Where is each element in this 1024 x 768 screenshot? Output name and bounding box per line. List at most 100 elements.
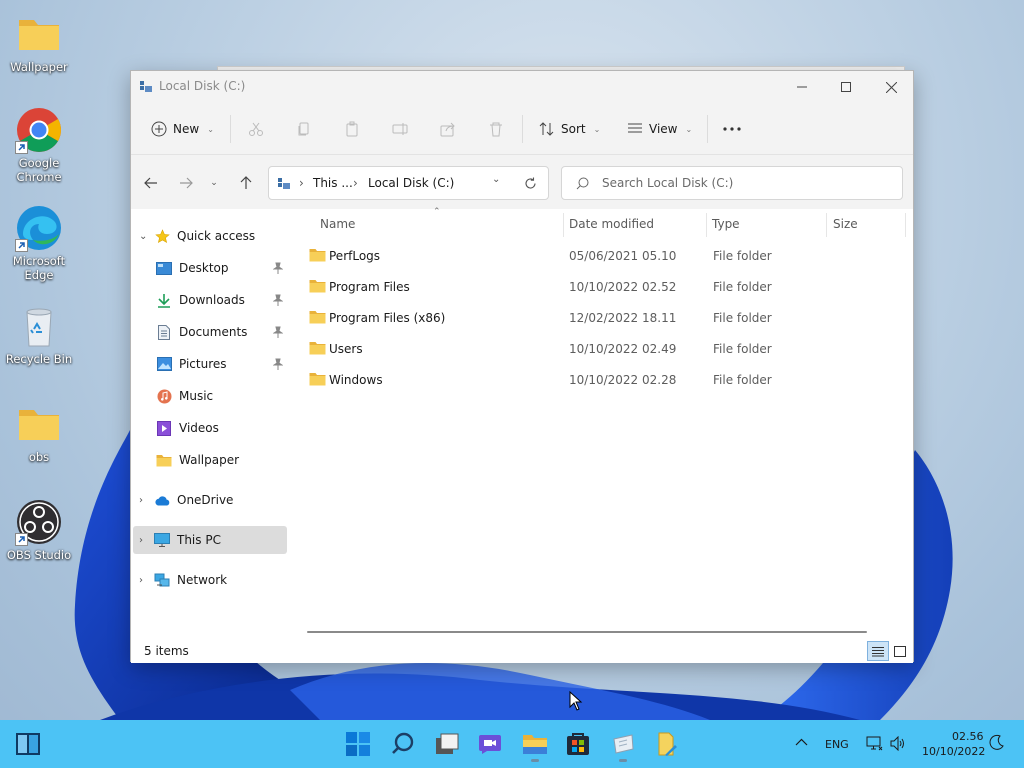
copy-button[interactable]	[296, 115, 312, 143]
minimize-button[interactable]	[779, 71, 825, 103]
column-header-date[interactable]: Date modified	[569, 209, 654, 239]
delete-button[interactable]	[488, 115, 504, 143]
refresh-icon[interactable]	[524, 177, 537, 190]
close-icon	[885, 81, 897, 93]
forward-button[interactable]	[174, 171, 198, 195]
sidebar-item-wallpaper[interactable]: Wallpaper	[133, 446, 287, 474]
paste-button[interactable]	[344, 115, 360, 143]
chevron-down-icon[interactable]: ⌄	[492, 174, 500, 185]
desktop-icon	[155, 260, 173, 276]
start-button[interactable]	[342, 728, 374, 760]
new-button[interactable]: New ⌄	[151, 115, 214, 143]
chevron-right-icon[interactable]: ›	[139, 535, 153, 546]
notepad-icon	[658, 732, 677, 756]
sidebar-item-label: Pictures	[179, 357, 227, 371]
chevron-right-icon[interactable]: ›	[139, 495, 153, 506]
up-button[interactable]	[234, 171, 258, 195]
desktop-icon-recycle-bin[interactable]: Recycle Bin	[4, 302, 74, 366]
shortcut-arrow-icon	[15, 239, 28, 252]
desktop-icon-label: Recycle Bin	[5, 352, 73, 366]
file-explorer-button[interactable]	[519, 728, 551, 762]
search-icon	[392, 732, 414, 754]
sort-button[interactable]: Sort ⌄	[539, 115, 600, 143]
show-hidden-icons-button[interactable]	[795, 738, 808, 746]
file-row[interactable]: Windows 10/10/2022 02.28 File folder	[299, 365, 903, 395]
search-button[interactable]	[387, 728, 419, 760]
volume-icon[interactable]	[890, 736, 907, 751]
clock-date[interactable]: 10/10/2022	[922, 745, 985, 758]
column-divider[interactable]	[563, 213, 564, 237]
column-divider[interactable]	[706, 213, 707, 237]
details-view-button[interactable]	[867, 641, 889, 661]
chat-button[interactable]	[474, 728, 506, 760]
desktop-icon-obs-studio[interactable]: OBS Studio	[4, 498, 74, 562]
more-options-button[interactable]	[723, 115, 741, 143]
large-icons-view-button[interactable]	[889, 641, 911, 661]
network-status-icon[interactable]	[866, 736, 883, 751]
recycle-bin-taskbar-button[interactable]	[607, 728, 639, 762]
copy-icon	[298, 122, 309, 136]
sidebar-item-this-pc[interactable]: › This PC	[133, 526, 287, 554]
sidebar-item-network[interactable]: › Network	[133, 566, 287, 594]
chevron-right-icon[interactable]: ›	[139, 575, 153, 586]
sidebar-item-music[interactable]: Music	[133, 382, 287, 410]
sidebar-item-videos[interactable]: Videos	[133, 414, 287, 442]
file-row[interactable]: Program Files (x86) 12/02/2022 18.11 Fil…	[299, 303, 903, 333]
drive-icon	[140, 81, 152, 92]
desktop-icon-wallpaper[interactable]: Wallpaper	[4, 10, 74, 74]
task-view-button[interactable]	[431, 728, 463, 760]
close-button[interactable]	[868, 71, 914, 103]
column-divider[interactable]	[905, 213, 906, 237]
search-box[interactable]: Search Local Disk (C:)	[561, 166, 903, 200]
column-header-name[interactable]: Name	[320, 209, 355, 239]
scrollbar-thumb[interactable]	[307, 631, 867, 633]
store-button[interactable]	[562, 728, 594, 760]
recent-locations-button[interactable]: ⌄	[205, 171, 223, 195]
maximize-button[interactable]	[823, 71, 869, 103]
chevron-down-icon[interactable]: ⌄	[139, 231, 153, 242]
recycle-bin-icon	[26, 308, 52, 347]
file-row[interactable]: Program Files 10/10/2022 02.52 File fold…	[299, 272, 903, 302]
music-icon	[155, 388, 173, 404]
column-divider[interactable]	[826, 213, 827, 237]
sidebar-item-quick-access[interactable]: ⌄ Quick access	[133, 222, 287, 250]
address-bar[interactable]: › This ... › Local Disk (C:) ⌄	[268, 166, 549, 200]
clock-time[interactable]: 02.56	[952, 730, 984, 743]
breadcrumb-local-disk[interactable]: Local Disk (C:)	[368, 176, 454, 190]
back-button[interactable]	[139, 171, 163, 195]
column-header-size[interactable]: Size	[833, 209, 858, 239]
trash-icon	[490, 122, 502, 137]
desktop-icon-obs-folder[interactable]: obs	[4, 400, 74, 464]
desktop-icon-chrome[interactable]: Google Chrome	[4, 106, 74, 184]
file-row[interactable]: Users 10/10/2022 02.49 File folder	[299, 334, 903, 364]
file-name: Windows	[329, 373, 383, 387]
file-type: File folder	[713, 280, 772, 294]
language-indicator[interactable]: ENG	[825, 738, 849, 751]
cut-button[interactable]	[248, 115, 264, 143]
file-name: Program Files (x86)	[329, 311, 446, 325]
sidebar-item-desktop[interactable]: Desktop	[133, 254, 287, 282]
running-indicator	[619, 759, 627, 762]
notepad-button[interactable]	[651, 728, 683, 760]
view-button[interactable]: View ⌄	[627, 115, 692, 143]
file-list: Name ⌃ Date modified Type Size PerfLogs …	[291, 207, 913, 629]
column-header-type[interactable]: Type	[712, 209, 740, 239]
sidebar-item-downloads[interactable]: Downloads	[133, 286, 287, 314]
title-bar[interactable]: Local Disk (C:)	[131, 71, 913, 103]
horizontal-scrollbar[interactable]	[291, 626, 913, 640]
chevron-down-icon: ⌄	[210, 178, 218, 188]
share-button[interactable]	[440, 115, 456, 143]
maximize-icon	[841, 82, 851, 92]
status-bar: 5 items	[131, 641, 913, 663]
rename-button[interactable]	[392, 115, 410, 143]
notifications-icon[interactable]	[989, 734, 1005, 751]
sidebar-item-documents[interactable]: Documents	[133, 318, 287, 346]
file-row[interactable]: PerfLogs 05/06/2021 05.10 File folder	[299, 241, 903, 271]
breadcrumb-this-pc[interactable]: This ...	[313, 176, 353, 190]
widgets-button[interactable]	[12, 728, 44, 760]
desktop-icon-edge[interactable]: Microsoft Edge	[4, 204, 74, 282]
sidebar-item-pictures[interactable]: Pictures	[133, 350, 287, 378]
running-indicator	[531, 759, 539, 762]
picture-icon	[155, 356, 173, 372]
sidebar-item-onedrive[interactable]: › OneDrive	[133, 486, 287, 514]
